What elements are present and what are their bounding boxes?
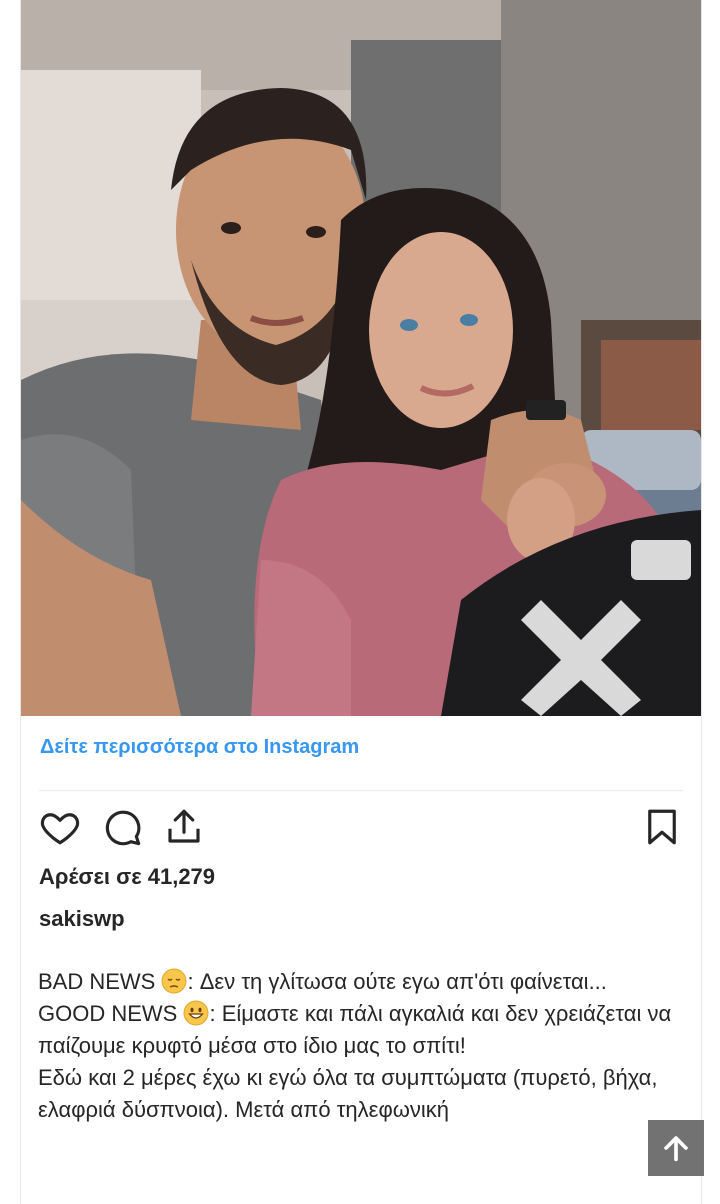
scroll-to-top-button[interactable] <box>648 1120 704 1176</box>
divider <box>39 790 683 791</box>
post-photo[interactable] <box>21 0 701 716</box>
comment-button[interactable] <box>99 804 145 850</box>
caption-good-news-label: GOOD NEWS <box>38 1001 178 1026</box>
share-button[interactable] <box>161 804 207 850</box>
instagram-embed-card: Δείτε περισσότερα στο Instagram Αρέσει σ… <box>20 0 702 1204</box>
grinning-face-emoji <box>183 1000 209 1026</box>
view-more-on-instagram-link[interactable]: Δείτε περισσότερα στο Instagram <box>40 736 359 759</box>
arrow-up-icon <box>664 1136 688 1162</box>
bookmark-icon <box>648 809 676 845</box>
caption-line-symptoms: Εδώ και 2 μέρες έχω κι εγώ όλα τα συμπτώ… <box>38 1065 658 1122</box>
share-icon <box>168 809 200 843</box>
like-count: Αρέσει σε 41,279 <box>39 864 216 889</box>
pensive-face-emoji <box>161 968 187 994</box>
save-button[interactable] <box>639 804 685 850</box>
post-caption: BAD NEWS : Δεν τη γλίτωσα ούτε εγω απ'ότ… <box>38 966 688 1126</box>
heart-icon <box>40 813 80 845</box>
caption-line-bad-news: BAD NEWS : Δεν τη γλίτωσα ούτε εγω απ'ότ… <box>38 966 688 998</box>
action-bar <box>37 804 685 852</box>
caption-bad-news-label: BAD NEWS <box>38 969 156 994</box>
like-button[interactable] <box>37 804 83 850</box>
selfie-photo-illustration <box>21 0 701 716</box>
comment-icon <box>105 810 141 846</box>
username-link[interactable]: sakiswp <box>39 906 125 932</box>
caption-line-good-news: GOOD NEWS : Είμαστε και πάλι αγκαλιά και… <box>38 998 688 1062</box>
caption-bad-news-text: : Δεν τη γλίτωσα ούτε εγω απ'ότι φαίνετα… <box>187 969 607 994</box>
